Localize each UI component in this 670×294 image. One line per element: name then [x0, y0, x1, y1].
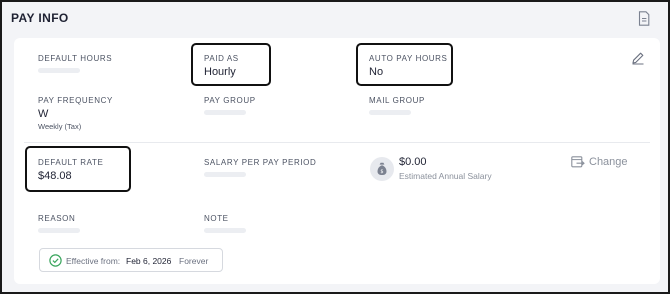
document-icon[interactable]: [638, 11, 650, 26]
salary-per-pay-period-placeholder: [204, 172, 246, 177]
mail-group-label: MAIL GROUP: [369, 96, 425, 105]
default-hours-label: DEFAULT HOURS: [38, 54, 113, 63]
money-bag-icon: $: [370, 157, 394, 181]
pay-info-panel: PAY INFO DEFAULT HOURS PAID AS Hourly AU…: [0, 0, 670, 294]
note-placeholder: [204, 228, 246, 233]
change-button-label: Change: [589, 156, 628, 168]
panel-header: PAY INFO: [2, 2, 668, 36]
effective-date-badge[interactable]: Effective from: Feb 6, 2026 Forever: [39, 248, 223, 272]
pay-frequency-label: PAY FREQUENCY: [38, 96, 113, 105]
pencil-icon[interactable]: [631, 51, 645, 65]
effective-from-label: Effective from:: [66, 256, 121, 266]
effective-date: Feb 6, 2026: [126, 256, 172, 266]
panel-title: PAY INFO: [11, 11, 69, 25]
pay-frequency-sub: Weekly (Tax): [38, 122, 82, 131]
effective-until: Forever: [179, 256, 209, 266]
default-rate-highlight: [25, 146, 131, 192]
annual-salary-label: Estimated Annual Salary: [399, 171, 492, 181]
default-rate-value: $48.08: [38, 170, 72, 182]
paid-as-label: PAID AS: [204, 54, 239, 63]
paid-as-value: Hourly: [204, 66, 236, 78]
auto-pay-hours-highlight: [356, 43, 453, 86]
annual-salary-amount: $0.00: [399, 156, 427, 168]
auto-pay-hours-label: AUTO PAY HOURS: [369, 54, 448, 63]
pay-info-card: DEFAULT HOURS PAID AS Hourly AUTO PAY HO…: [14, 38, 660, 284]
pay-group-placeholder: [204, 110, 246, 115]
reason-placeholder: [38, 228, 80, 233]
salary-per-pay-period-label: SALARY PER PAY PERIOD: [204, 158, 317, 167]
note-label: NOTE: [204, 214, 229, 223]
check-circle-icon: [49, 254, 62, 267]
section-divider: [24, 142, 650, 143]
calendar-arrow-icon: [571, 156, 585, 168]
default-hours-placeholder: [38, 68, 80, 73]
pay-group-label: PAY GROUP: [204, 96, 256, 105]
default-rate-label: DEFAULT RATE: [38, 158, 104, 167]
mail-group-placeholder: [369, 110, 411, 115]
pay-frequency-value: W: [38, 108, 49, 120]
reason-label: REASON: [38, 214, 76, 223]
svg-text:$: $: [380, 169, 383, 175]
auto-pay-hours-value: No: [369, 66, 384, 78]
paid-as-highlight: [191, 43, 271, 86]
